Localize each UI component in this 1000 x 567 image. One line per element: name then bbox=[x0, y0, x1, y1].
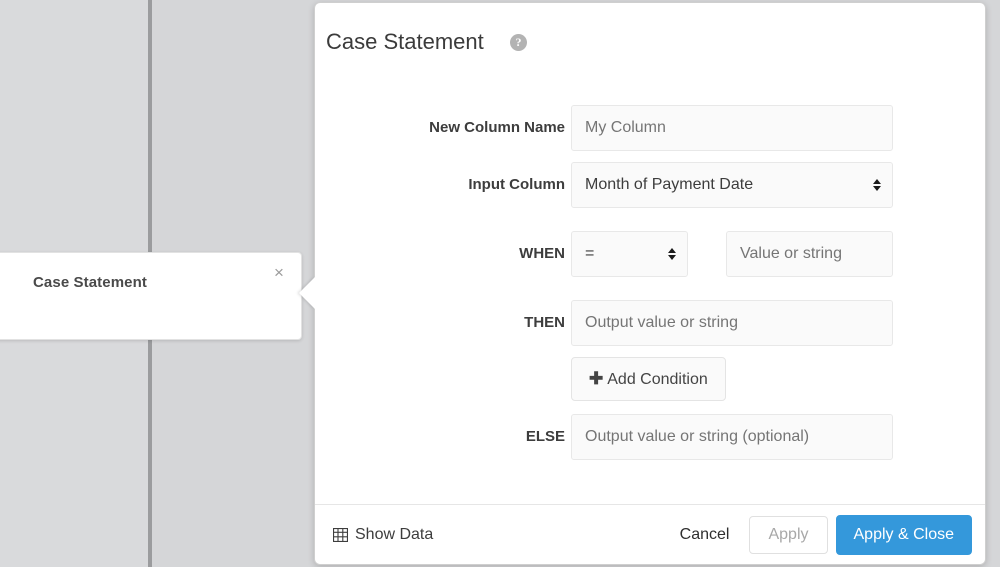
node-card-label: Case Statement bbox=[33, 274, 147, 291]
row-when: WHEN = bbox=[315, 231, 985, 277]
then-value-input[interactable] bbox=[571, 300, 893, 346]
row-new-column-name: New Column Name bbox=[315, 105, 985, 151]
cancel-button[interactable]: Cancel bbox=[668, 517, 742, 553]
apply-and-close-button[interactable]: Apply & Close bbox=[835, 514, 972, 555]
chevron-updown-icon bbox=[667, 245, 676, 263]
row-else: ELSE bbox=[315, 414, 985, 460]
show-data-button[interactable]: Show Data bbox=[333, 526, 433, 544]
footer-actions: Cancel Apply Apply & Close bbox=[668, 514, 972, 555]
help-icon[interactable]: ? bbox=[510, 34, 527, 51]
add-condition-label: Add Condition bbox=[607, 371, 708, 388]
node-card-case-statement[interactable]: Case Statement × bbox=[0, 252, 302, 340]
label-when: WHEN bbox=[519, 245, 565, 262]
row-input-column: Input Column Month of Payment Date bbox=[315, 162, 985, 208]
chevron-updown-icon bbox=[872, 176, 881, 194]
show-data-label: Show Data bbox=[355, 525, 434, 543]
app-root: Case Statement × Case Statement ? New Co… bbox=[0, 0, 1000, 567]
input-column-select[interactable]: Month of Payment Date bbox=[571, 162, 893, 208]
plus-icon: ✚ bbox=[589, 369, 604, 388]
close-icon[interactable]: × bbox=[269, 263, 289, 283]
when-operator-select[interactable]: = bbox=[571, 231, 688, 277]
when-value-input[interactable] bbox=[726, 231, 893, 277]
modal-footer: Show Data Cancel Apply Apply & Close bbox=[315, 504, 985, 564]
table-grid-icon bbox=[333, 527, 348, 542]
when-operator-value: = bbox=[585, 245, 595, 262]
row-add-condition: ✚ Add Condition bbox=[315, 357, 985, 403]
modal-header: Case Statement ? bbox=[315, 3, 985, 81]
input-column-selected-value: Month of Payment Date bbox=[585, 176, 754, 193]
apply-button[interactable]: Apply bbox=[749, 515, 828, 554]
label-new-column-name: New Column Name bbox=[429, 119, 565, 136]
label-else: ELSE bbox=[525, 428, 565, 445]
row-then: THEN bbox=[315, 300, 985, 346]
label-then: THEN bbox=[524, 314, 565, 331]
label-input-column: Input Column bbox=[468, 176, 565, 193]
else-value-input[interactable] bbox=[571, 414, 893, 460]
modal-pointer-notch bbox=[299, 277, 315, 309]
new-column-name-input[interactable] bbox=[571, 105, 893, 151]
add-condition-button[interactable]: ✚ Add Condition bbox=[571, 357, 726, 401]
modal-body: New Column Name Input Column Month of Pa… bbox=[315, 81, 985, 507]
case-statement-modal: Case Statement ? New Column Name Input C… bbox=[299, 2, 986, 565]
page-title: Case Statement bbox=[326, 29, 484, 54]
